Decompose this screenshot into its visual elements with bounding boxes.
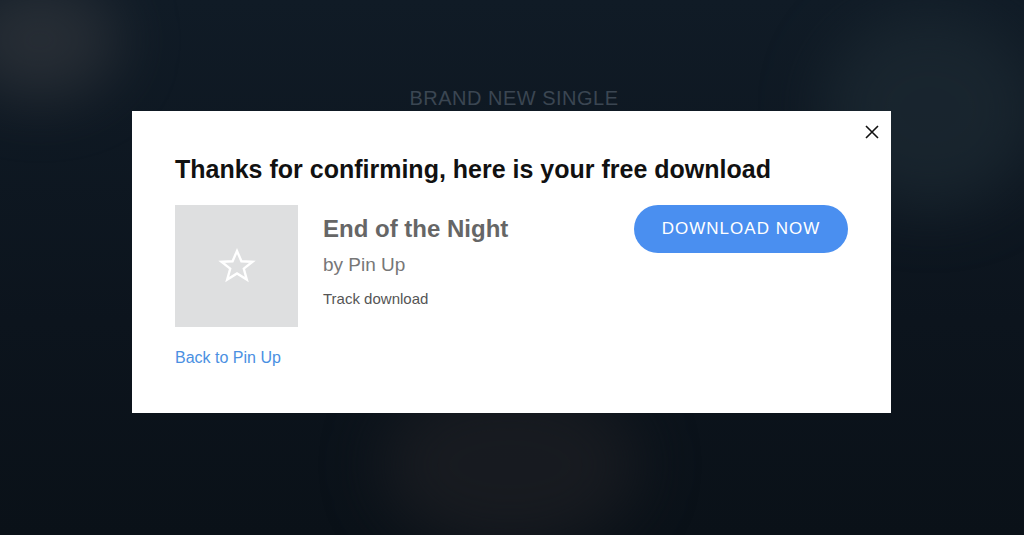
modal-title: Thanks for confirming, here is your free… bbox=[175, 151, 848, 187]
track-row: End of the Night by Pin Up Track downloa… bbox=[175, 205, 848, 327]
track-artwork bbox=[175, 205, 298, 327]
track-artist: by Pin Up bbox=[323, 253, 634, 277]
hero-heading: BRAND NEW SINGLE bbox=[0, 0, 1024, 110]
track-info: End of the Night by Pin Up Track downloa… bbox=[323, 205, 634, 309]
track-title: End of the Night bbox=[323, 214, 634, 244]
close-button[interactable] bbox=[859, 119, 885, 145]
back-link[interactable]: Back to Pin Up bbox=[175, 347, 281, 369]
close-icon[interactable] bbox=[865, 125, 879, 139]
star-icon bbox=[218, 247, 256, 285]
landing-page: BRAND NEW SINGLE Thanks for confirming, … bbox=[0, 0, 1024, 535]
download-button[interactable]: DOWNLOAD NOW bbox=[634, 205, 848, 253]
download-modal: Thanks for confirming, here is your free… bbox=[132, 111, 891, 413]
track-type: Track download bbox=[323, 289, 634, 309]
